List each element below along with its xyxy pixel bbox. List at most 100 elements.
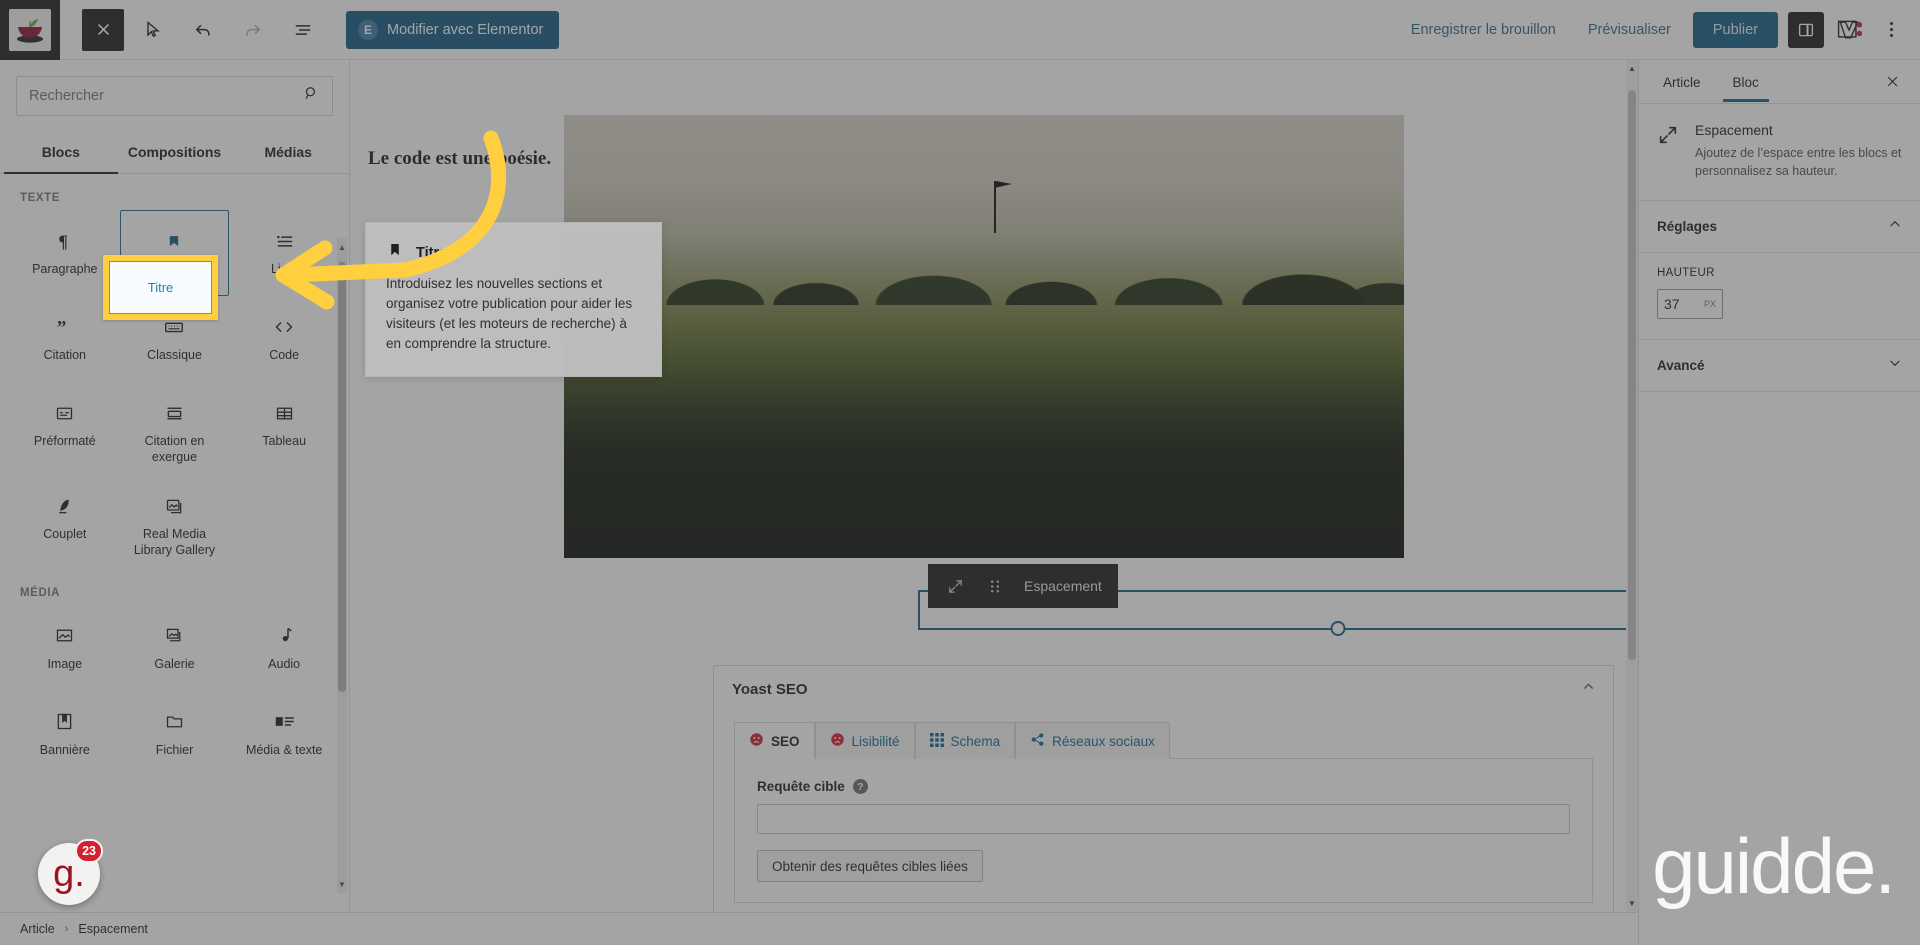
scroll-down-icon[interactable]: ▼ bbox=[338, 877, 346, 891]
image-icon bbox=[54, 619, 75, 653]
scroll-down-icon[interactable]: ▼ bbox=[1628, 899, 1636, 908]
block-item-preformate[interactable]: Préformaté bbox=[10, 382, 120, 475]
tree-line-decor bbox=[564, 235, 1404, 305]
block-label: Classique bbox=[147, 348, 202, 362]
yoast-tab-reseaux-sociaux[interactable]: Réseaux sociaux bbox=[1015, 722, 1170, 759]
block-name: Espacement bbox=[1695, 122, 1773, 138]
block-label: Code bbox=[269, 348, 300, 362]
focus-keyphrase-label-row: Requête cible ? bbox=[757, 779, 1570, 794]
chevron-down-icon[interactable] bbox=[1888, 356, 1902, 375]
editor-top-bar: E Modifier avec Elementor Enregistrer le… bbox=[0, 0, 1920, 60]
block-label: Galerie bbox=[154, 656, 195, 671]
block-item-media-texte[interactable]: Média & texte bbox=[229, 691, 339, 777]
close-inserter-button[interactable] bbox=[82, 8, 124, 51]
inserter-search-wrap bbox=[0, 60, 349, 132]
height-input-wrap[interactable]: PX bbox=[1657, 289, 1723, 320]
block-info-card: Espacement Ajoutez de l’espace entre les… bbox=[1639, 104, 1920, 202]
seo-face-icon bbox=[749, 732, 764, 750]
settings-sidebar-toggle-button[interactable] bbox=[1788, 11, 1824, 48]
help-question-icon[interactable]: ? bbox=[852, 779, 868, 794]
block-label: Image bbox=[47, 656, 83, 671]
guidance-arrow bbox=[275, 130, 507, 310]
block-label: Tableau bbox=[262, 434, 307, 448]
close-icon[interactable] bbox=[1878, 68, 1906, 96]
search-input[interactable] bbox=[29, 88, 303, 104]
block-description: Ajoutez de l’espace entre les blocs et p… bbox=[1695, 146, 1902, 179]
titre-block-highlight[interactable]: Titre bbox=[103, 255, 218, 320]
yoast-tab-seo[interactable]: SEO bbox=[734, 722, 815, 759]
block-item-real-media-library-gallery[interactable]: Real Media Library Gallery bbox=[120, 475, 230, 568]
tab-compositions[interactable]: Compositions bbox=[118, 132, 232, 173]
block-item-audio[interactable]: Audio bbox=[229, 605, 339, 691]
block-item-citation-exergue[interactable]: Citation en exergue bbox=[120, 382, 230, 475]
site-icon-button[interactable] bbox=[0, 0, 60, 60]
quote-icon: ” bbox=[54, 310, 76, 344]
paragraph-icon: ¶ bbox=[54, 224, 75, 258]
edit-with-elementor-button[interactable]: E Modifier avec Elementor bbox=[346, 10, 560, 49]
chevron-up-icon[interactable] bbox=[1582, 680, 1595, 698]
block-label: Citation en exergue bbox=[144, 434, 205, 464]
chevron-up-icon[interactable] bbox=[1888, 217, 1902, 236]
readability-face-icon bbox=[830, 732, 845, 750]
block-item-image[interactable]: Image bbox=[10, 605, 120, 691]
canvas-scrollbar[interactable]: ▲ ▼ bbox=[1626, 60, 1638, 912]
inserter-scrollbar[interactable]: ▲ ▼ bbox=[337, 238, 347, 893]
spacer-block-toolbar: Espacement bbox=[928, 564, 1118, 608]
undo-button[interactable] bbox=[182, 9, 224, 51]
list-view-button[interactable] bbox=[282, 9, 324, 51]
publish-button[interactable]: Publier bbox=[1692, 11, 1778, 48]
banner-icon bbox=[54, 705, 75, 739]
yoast-tab-label: Réseaux sociaux bbox=[1052, 733, 1155, 749]
gallery-icon bbox=[164, 619, 185, 653]
yoast-tab-label: Schema bbox=[950, 733, 1001, 749]
focus-keyphrase-input[interactable] bbox=[757, 804, 1570, 834]
select-tool-button[interactable] bbox=[132, 9, 174, 51]
share-icon bbox=[1030, 732, 1045, 750]
drag-handle-icon[interactable] bbox=[978, 569, 1012, 603]
block-label: Real Media Library Gallery bbox=[133, 527, 216, 557]
tab-article[interactable]: Article bbox=[1653, 63, 1711, 101]
table-icon bbox=[274, 396, 295, 430]
section-reglages-header[interactable]: Réglages bbox=[1639, 201, 1920, 254]
tab-bloc[interactable]: Bloc bbox=[1722, 63, 1770, 102]
spacer-toolbar-label: Espacement bbox=[1024, 578, 1102, 594]
scrollbar-thumb[interactable] bbox=[1628, 90, 1636, 660]
yoast-tab-schema[interactable]: Schema bbox=[914, 722, 1016, 759]
section-avance-header[interactable]: Avancé bbox=[1639, 340, 1920, 393]
yoast-tab-lisibilite[interactable]: Lisibilité bbox=[814, 722, 915, 759]
tab-blocs[interactable]: Blocs bbox=[4, 132, 118, 174]
save-draft-button[interactable]: Enregistrer le brouillon bbox=[1395, 11, 1572, 49]
yoast-tab-label: SEO bbox=[771, 733, 800, 749]
redo-button[interactable] bbox=[232, 9, 274, 51]
block-item-banniere[interactable]: Bannière bbox=[10, 691, 120, 777]
spacer-resize-handle[interactable] bbox=[1330, 621, 1346, 636]
yoast-metabox-title: Yoast SEO bbox=[732, 680, 808, 698]
cover-image-block[interactable] bbox=[564, 115, 1404, 558]
related-keyphrases-button[interactable]: Obtenir des requêtes cibles liées bbox=[757, 850, 983, 882]
block-item-fichier[interactable]: Fichier bbox=[120, 691, 230, 777]
focus-keyphrase-label: Requête cible bbox=[757, 779, 845, 794]
block-item-couplet[interactable]: Couplet bbox=[10, 475, 120, 568]
guidde-watermark: guidde. bbox=[1652, 822, 1896, 910]
media-text-icon bbox=[273, 705, 296, 739]
elementor-icon: E bbox=[358, 19, 378, 40]
preview-button[interactable]: Prévisualiser bbox=[1572, 11, 1687, 49]
search-box[interactable] bbox=[16, 76, 333, 116]
titre-highlight-inner[interactable]: Titre bbox=[109, 261, 212, 314]
guidde-floating-badge[interactable]: g. 23 bbox=[38, 839, 103, 905]
audio-icon bbox=[274, 619, 295, 653]
breadcrumb-item-article[interactable]: Article bbox=[20, 922, 55, 936]
block-item-tableau[interactable]: Tableau bbox=[229, 382, 339, 475]
yoast-seo-icon[interactable] bbox=[1836, 18, 1862, 42]
height-input[interactable] bbox=[1664, 296, 1698, 313]
category-title-media: MÉDIA bbox=[20, 586, 61, 599]
block-grid-media: Image Galerie Audio Bannière Fichier Méd… bbox=[10, 605, 339, 777]
resize-diagonal-icon[interactable] bbox=[938, 569, 972, 603]
block-item-galerie[interactable]: Galerie bbox=[120, 605, 230, 691]
yoast-tab-bar: SEO Lisibilité Schema Réseaux sociaux bbox=[714, 708, 1613, 759]
pullquote-icon bbox=[164, 396, 185, 430]
yoast-seo-metabox: Yoast SEO SEO Lisibilité Schema Réseaux … bbox=[713, 665, 1614, 912]
scroll-up-icon[interactable]: ▲ bbox=[1628, 64, 1636, 73]
more-options-button[interactable] bbox=[1876, 12, 1906, 48]
breadcrumb-item-espacement[interactable]: Espacement bbox=[78, 922, 147, 936]
